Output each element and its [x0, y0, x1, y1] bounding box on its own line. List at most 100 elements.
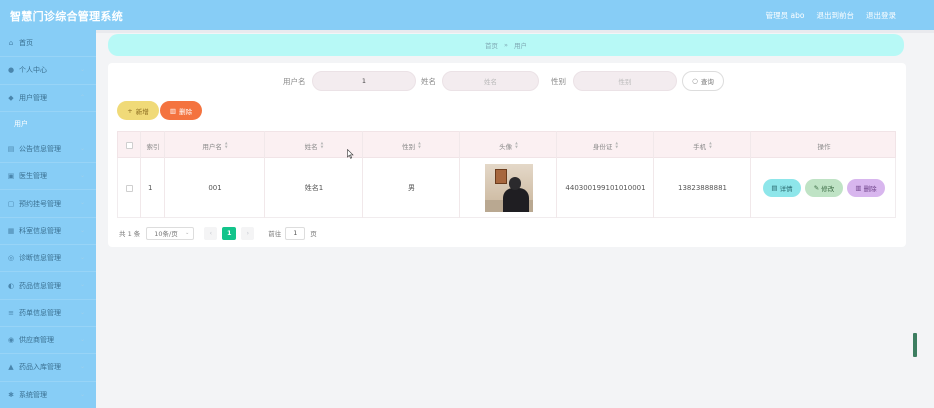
row-delete-button[interactable]: ▥ 删除 — [847, 179, 885, 197]
trash-icon: ▥ — [169, 106, 177, 115]
col-label: 头像 — [499, 142, 513, 151]
sidebar-item-home[interactable]: ⌂ 首页 — [0, 30, 96, 58]
top-header: 智慧门诊综合管理系统 管理员 abo 退出到前台 退出登录 — [0, 0, 934, 30]
goto-label: 前往 — [268, 230, 282, 238]
detail-button[interactable]: ▤ 详情 — [763, 179, 801, 197]
edit-button[interactable]: ✎ 修改 — [805, 179, 843, 197]
shield-icon: ◆ — [8, 93, 14, 102]
breadcrumb: 首页 » 用户 — [108, 34, 904, 56]
cell-gender: 男 — [408, 184, 415, 192]
delete-button[interactable]: ▥ 删除 — [160, 101, 202, 120]
sidebar-item-label: 用户管理 — [19, 93, 47, 102]
col-gender[interactable]: 性别 ▲ ▼ — [363, 132, 460, 159]
breadcrumb-home[interactable]: 首页 — [485, 40, 498, 50]
user-table: 索引 用户名 ▲▼ 姓名 ▲▼ 性别 ▲▼ 头像 ▲▼ 身份证 ▲▼ — [117, 131, 896, 218]
home-icon: ⌂ — [8, 39, 14, 48]
breadcrumb-current: 用户 — [513, 42, 527, 50]
search-form: 用户名 1 姓名 姓名 性别 性别 ○ 查询 — [108, 71, 906, 91]
pill-icon: ◐ — [7, 281, 15, 290]
chevron-down-icon: ⌄ — [80, 226, 86, 234]
chevron-down-icon: ⌄ — [80, 363, 86, 371]
back-to-front-link[interactable]: 退出到前台 — [817, 10, 855, 21]
sidebar: ⌂ 首页 ● 个人中心 ⌄ ◆ 用户管理 ⌃ 用户 ▤ 公告信息管理 ⌄ ▣ 医… — [0, 30, 96, 408]
col-phone[interactable]: 手机 ▲ ▼ — [654, 132, 751, 159]
sidebar-item-users[interactable]: ◆ 用户管理 ⌃ — [0, 85, 96, 112]
header-links: 管理员 abo 退出到前台 退出登录 — [766, 10, 896, 21]
stethoscope-icon: ◎ — [7, 254, 15, 263]
edit-button-label: 修改 — [821, 185, 835, 193]
doctor-icon: ▣ — [7, 172, 15, 181]
sidebar-item-appointments[interactable]: ▢ 预约挂号管理 ⌄ — [0, 190, 96, 218]
sidebar-item-profile[interactable]: ● 个人中心 ⌄ — [0, 57, 96, 85]
page-size-select[interactable]: 10条/页 ⌄ — [146, 226, 195, 240]
cell-index: 1 — [148, 184, 153, 192]
sidebar-item-notices[interactable]: ▤ 公告信息管理 ⌄ — [0, 136, 96, 164]
gender-input[interactable]: 性别 — [573, 71, 677, 91]
chevron-down-icon: ⌄ — [80, 335, 86, 343]
prev-page-button[interactable]: ‹ — [204, 226, 218, 240]
sidebar-subitem-user[interactable]: 用户 — [0, 111, 96, 136]
col-label: 用户名 — [202, 142, 222, 151]
username-input[interactable]: 1 — [312, 71, 416, 91]
sort-icon: ▲ ▼ — [418, 141, 421, 149]
chevron-down-icon: ⌄ — [80, 144, 86, 152]
mouse-cursor-icon — [347, 149, 354, 159]
add-button-label: 新增 — [135, 107, 149, 116]
gear-icon: ✱ — [8, 390, 14, 399]
sidebar-item-stock-in[interactable]: ▲ 药品入库管理 ⌄ — [0, 354, 96, 382]
chevron-down-icon: ⌄ — [80, 199, 86, 207]
goto-page-input[interactable]: 1 — [285, 226, 306, 240]
sidebar-item-label: 预约挂号管理 — [19, 199, 61, 208]
calendar-icon: ▢ — [7, 199, 15, 208]
add-button[interactable]: + 新增 — [117, 101, 159, 120]
sidebar-item-diagnosis[interactable]: ◎ 诊断信息管理 ⌄ — [0, 245, 96, 273]
plus-icon: + — [127, 106, 133, 115]
sort-icon: ▲ ▼ — [709, 141, 712, 149]
sidebar-item-system[interactable]: ✱ 系统管理 ⌄ — [0, 382, 96, 408]
chevron-down-icon: ⌄ — [80, 281, 86, 289]
pencil-icon: ✎ — [813, 184, 820, 192]
col-avatar[interactable]: 头像 ▲ ▼ — [460, 132, 557, 159]
chevron-down-icon: ⌄ — [80, 308, 86, 316]
delete-button-label: 删除 — [179, 107, 193, 116]
row-delete-button-label: 删除 — [863, 185, 877, 193]
sort-icon: ▲ ▼ — [320, 141, 324, 149]
name-input[interactable]: 姓名 — [442, 71, 539, 91]
col-username[interactable]: 用户名 ▲ ▼ — [165, 132, 265, 159]
sidebar-item-label: 药品信息管理 — [19, 281, 61, 290]
row-checkbox[interactable] — [126, 184, 133, 192]
sidebar-item-departments[interactable]: ▦ 科室信息管理 ⌄ — [0, 218, 96, 246]
user-icon: ● — [7, 66, 15, 75]
sort-icon: ▲ ▼ — [224, 141, 228, 149]
scrollbar-handle[interactable] — [913, 333, 917, 357]
sidebar-item-medicines[interactable]: ◐ 药品信息管理 ⌄ — [0, 272, 96, 300]
sidebar-item-label: 医生管理 — [19, 172, 47, 181]
sidebar-item-label: 系统管理 — [19, 390, 47, 399]
page-number-current[interactable]: 1 — [222, 226, 237, 240]
avatar[interactable] — [484, 164, 533, 212]
page-size-value: 10条/页 — [154, 230, 178, 238]
select-all-checkbox[interactable] — [126, 142, 133, 149]
username-label: 用户名 — [283, 77, 306, 86]
sidebar-item-label: 诊断信息管理 — [19, 254, 61, 263]
col-label: 性别 — [402, 142, 416, 151]
sidebar-item-prescriptions[interactable]: ≡ 药单信息管理 ⌄ — [0, 300, 96, 327]
name-label: 姓名 — [421, 77, 436, 86]
sidebar-item-label: 药品入库管理 — [19, 363, 61, 372]
chevron-down-icon: ⌄ — [80, 66, 86, 74]
sidebar-item-label: 公告信息管理 — [19, 145, 61, 154]
col-label: 手机 — [693, 142, 707, 151]
sort-icon: ▲ ▼ — [615, 141, 619, 149]
select-all-checkbox-cell — [118, 132, 141, 159]
next-page-button[interactable]: › — [241, 226, 255, 240]
chevron-down-icon: ⌄ — [185, 229, 190, 236]
col-id-card[interactable]: 身份证 ▲ ▼ — [557, 132, 654, 159]
logout-link[interactable]: 退出登录 — [866, 10, 896, 21]
sidebar-item-suppliers[interactable]: ◉ 供应商管理 ⌄ — [0, 327, 96, 355]
col-actions: 操作 — [817, 142, 831, 151]
chevron-down-icon: ⌄ — [80, 254, 86, 262]
app-title: 智慧门诊综合管理系统 — [10, 10, 123, 23]
query-button[interactable]: ○ 查询 — [682, 71, 724, 91]
sidebar-item-doctors[interactable]: ▣ 医生管理 ⌄ — [0, 163, 96, 191]
admin-user-link[interactable]: 管理员 abo — [766, 10, 805, 21]
